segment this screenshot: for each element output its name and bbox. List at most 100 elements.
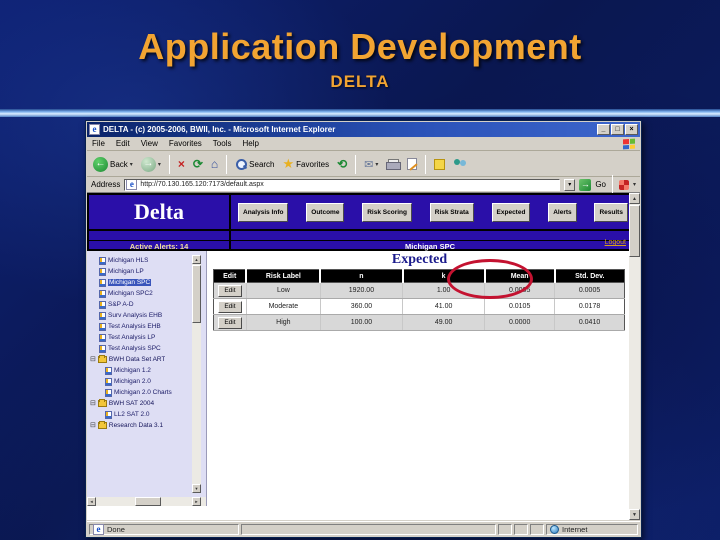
- menu-help[interactable]: Help: [242, 139, 258, 148]
- menu-file[interactable]: File: [92, 139, 105, 148]
- scroll-up-icon[interactable]: ▲: [192, 255, 201, 264]
- stop-button[interactable]: ×: [176, 156, 187, 172]
- tree-item[interactable]: Michigan SPC2: [87, 288, 191, 299]
- tree-folder[interactable]: ⊟ BWH Data Set ART: [87, 354, 191, 365]
- mail-icon: ✉: [364, 158, 374, 171]
- folder-icon: [97, 399, 107, 407]
- edit-page-icon: [407, 158, 418, 170]
- menu-tools[interactable]: Tools: [213, 139, 232, 148]
- history-icon: ⟲: [337, 157, 348, 171]
- tree-item[interactable]: Michigan 2.0: [87, 376, 191, 387]
- nav-outcome[interactable]: Outcome: [306, 202, 345, 222]
- notes-button[interactable]: [432, 158, 447, 171]
- page-content: Delta Analysis Info Outcome Risk Scoring…: [87, 193, 640, 520]
- nav-risk-scoring[interactable]: Risk Scoring: [362, 202, 412, 222]
- slide-subtitle: DELTA: [330, 72, 390, 91]
- address-dropdown-button[interactable]: ▾: [564, 178, 576, 191]
- print-button[interactable]: [384, 158, 402, 170]
- maximize-button[interactable]: □: [611, 124, 624, 135]
- nav-expected[interactable]: Expected: [491, 202, 531, 222]
- scrollbar-thumb[interactable]: [192, 265, 201, 323]
- nav-results[interactable]: Results: [594, 202, 628, 222]
- close-button[interactable]: ×: [625, 124, 638, 135]
- tree-item[interactable]: Test Analysis EHB: [87, 321, 191, 332]
- edit-button[interactable]: Edit: [217, 300, 242, 313]
- tree-item[interactable]: Michigan LP: [87, 266, 191, 277]
- scroll-up-icon[interactable]: ▲: [629, 193, 640, 204]
- tree-item[interactable]: Surv Analysis EHB: [87, 310, 191, 321]
- scroll-right-icon[interactable]: ►: [192, 497, 201, 506]
- edit-button[interactable]: Edit: [217, 316, 242, 329]
- collapse-icon[interactable]: ⊟: [90, 356, 96, 364]
- toolbar-separator: [355, 154, 357, 174]
- home-button[interactable]: ⌂: [209, 156, 220, 172]
- menu-bar: File Edit View Favorites Tools Help: [87, 137, 640, 151]
- back-dropdown-icon[interactable]: ▾: [130, 161, 133, 168]
- forward-icon: →: [140, 156, 156, 172]
- tree-item[interactable]: Test Analysis SPC: [87, 343, 191, 354]
- analysis-tree: Michigan HLS Michigan LP Michigan SPC Mi…: [87, 255, 191, 431]
- nav-risk-strata[interactable]: Risk Strata: [429, 202, 474, 222]
- go-arrow-icon[interactable]: →: [579, 178, 592, 191]
- tree-folder[interactable]: ⊟ BWH SAT 2004: [87, 398, 191, 409]
- address-bar: Address e http://70.130.165.120:7173/def…: [87, 175, 640, 194]
- print-icon: [386, 159, 402, 170]
- minimize-button[interactable]: _: [597, 124, 610, 135]
- mail-dropdown-icon[interactable]: ▾: [375, 161, 378, 168]
- tree-item[interactable]: Test Analysis LP: [87, 332, 191, 343]
- chart-icon: [99, 300, 106, 309]
- nav-alerts[interactable]: Alerts: [548, 202, 577, 222]
- cell-n: 1920.00: [320, 282, 404, 299]
- chart-icon: [99, 289, 106, 298]
- tree-item[interactable]: Michigan 1.2: [87, 365, 191, 376]
- zone-text: Internet: [562, 524, 588, 534]
- edit-page-button[interactable]: [405, 157, 419, 171]
- table-row: Edit Low 1920.00 1.00 0.0005 0.0005: [213, 282, 625, 299]
- links-chevron-icon[interactable]: ▾: [633, 181, 636, 188]
- tree-item[interactable]: S&P A-D: [87, 299, 191, 310]
- cell-n: 360.00: [320, 298, 404, 315]
- scrollbar-thumb[interactable]: [135, 497, 161, 506]
- tree-item-selected[interactable]: Michigan SPC: [87, 277, 191, 288]
- tree-item[interactable]: LL2 SAT 2.0: [87, 409, 191, 420]
- chart-icon: [99, 278, 106, 287]
- cell-k: 41.00: [402, 298, 486, 315]
- favorites-button[interactable]: ★ Favorites: [281, 155, 332, 173]
- scroll-down-icon[interactable]: ▼: [629, 509, 640, 520]
- chart-icon: [99, 333, 106, 342]
- menu-view[interactable]: View: [141, 139, 158, 148]
- tree-horizontal-scrollbar[interactable]: ◄ ►: [87, 497, 206, 506]
- chart-icon: [99, 311, 106, 320]
- search-button[interactable]: Search: [233, 157, 276, 171]
- mail-button[interactable]: ✉ ▾: [362, 157, 380, 172]
- history-button[interactable]: ⟲: [335, 156, 349, 172]
- forward-button[interactable]: → ▾: [139, 156, 163, 173]
- scroll-down-icon[interactable]: ▼: [192, 484, 201, 493]
- cell-std-dev: 0.0005: [554, 282, 625, 299]
- messenger-icon: [453, 158, 467, 170]
- menu-favorites[interactable]: Favorites: [169, 139, 202, 148]
- forward-dropdown-icon[interactable]: ▾: [158, 161, 161, 168]
- edit-button[interactable]: Edit: [217, 284, 242, 297]
- refresh-button[interactable]: ⟳: [191, 156, 205, 172]
- page-icon: e: [93, 523, 104, 535]
- collapse-icon[interactable]: ⊟: [90, 400, 96, 408]
- menu-edit[interactable]: Edit: [116, 139, 130, 148]
- tree-folder[interactable]: ⊟ Research Data 3.1: [87, 420, 191, 431]
- messenger-button[interactable]: [451, 157, 469, 171]
- pinwheel-icon[interactable]: [618, 179, 629, 190]
- back-button[interactable]: ← Back ▾: [91, 156, 135, 173]
- tree-item[interactable]: Michigan 2.0 Charts: [87, 387, 191, 398]
- collapse-icon[interactable]: ⊟: [90, 422, 96, 430]
- table-row: Edit High 100.00 49.00 0.0000 0.0410: [213, 314, 625, 331]
- content-vertical-scrollbar[interactable]: ▲ ▼: [629, 193, 640, 520]
- scroll-left-icon[interactable]: ◄: [87, 497, 96, 506]
- scrollbar-thumb[interactable]: [629, 205, 640, 257]
- nav-analysis-info[interactable]: Analysis Info: [238, 202, 289, 222]
- address-input[interactable]: e http://70.130.165.120:7173/default.asp…: [124, 178, 561, 191]
- go-label[interactable]: Go: [595, 180, 606, 189]
- slide: Application Development DELTA e DELTA - …: [0, 0, 720, 540]
- cell-k: 49.00: [402, 314, 486, 331]
- tree-vertical-scrollbar[interactable]: ▲ ▼: [192, 255, 201, 493]
- tree-item[interactable]: Michigan HLS: [87, 255, 191, 266]
